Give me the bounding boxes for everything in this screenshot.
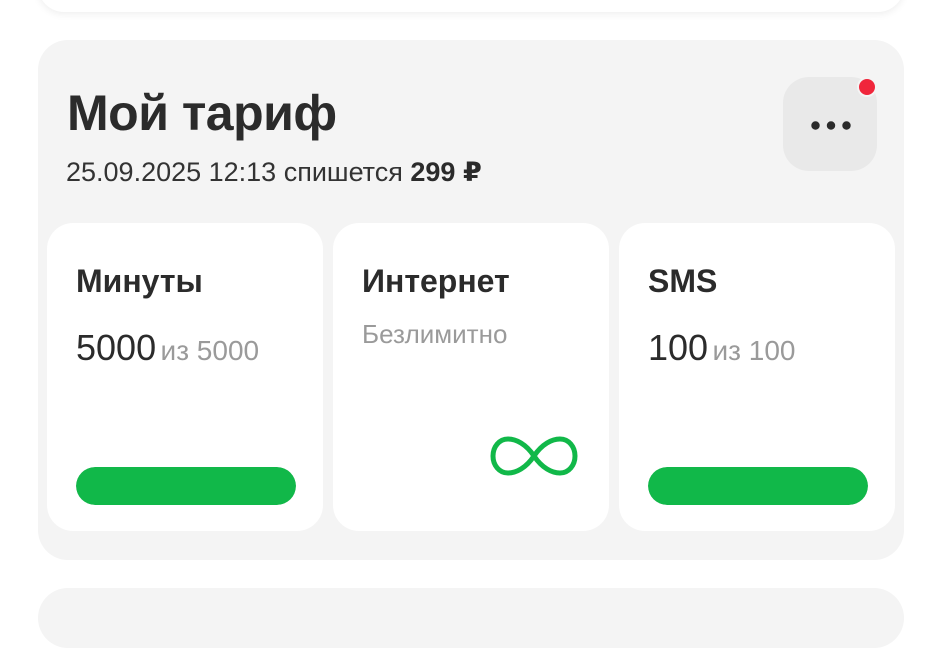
page-title: Мой тариф (67, 85, 337, 141)
charge-amount: 299 ₽ (410, 157, 482, 187)
next-card (38, 588, 904, 648)
minutes-title: Минуты (76, 263, 203, 299)
minutes-progress-fill (76, 467, 296, 505)
internet-tile[interactable]: Интернет Безлимитно (333, 223, 609, 531)
sms-value: 100 из 100 (648, 327, 796, 369)
previous-card (38, 0, 904, 12)
internet-title: Интернет (362, 263, 510, 299)
minutes-value: 5000 из 5000 (76, 327, 259, 369)
sms-progress-fill (648, 467, 868, 505)
minutes-remaining: 5000 (76, 327, 157, 368)
notification-dot (857, 77, 877, 97)
minutes-total: из 5000 (160, 335, 260, 366)
tariff-card: Мой тариф 25.09.2025 12:13 спишется 299 … (38, 40, 904, 560)
infinity-icon (490, 436, 578, 476)
sms-total: из 100 (712, 335, 796, 366)
sms-tile[interactable]: SMS 100 из 100 (619, 223, 895, 531)
internet-status: Безлимитно (362, 319, 508, 349)
charge-date: 25.09.2025 12:13 спишется (66, 157, 403, 187)
minutes-progress-bar (76, 467, 296, 505)
sms-title: SMS (648, 263, 718, 299)
charge-info: 25.09.2025 12:13 спишется 299 ₽ (66, 157, 482, 188)
sms-remaining: 100 (648, 327, 709, 368)
minutes-tile[interactable]: Минуты 5000 из 5000 (47, 223, 323, 531)
more-horizontal-icon (811, 121, 851, 130)
sms-progress-bar (648, 467, 868, 505)
